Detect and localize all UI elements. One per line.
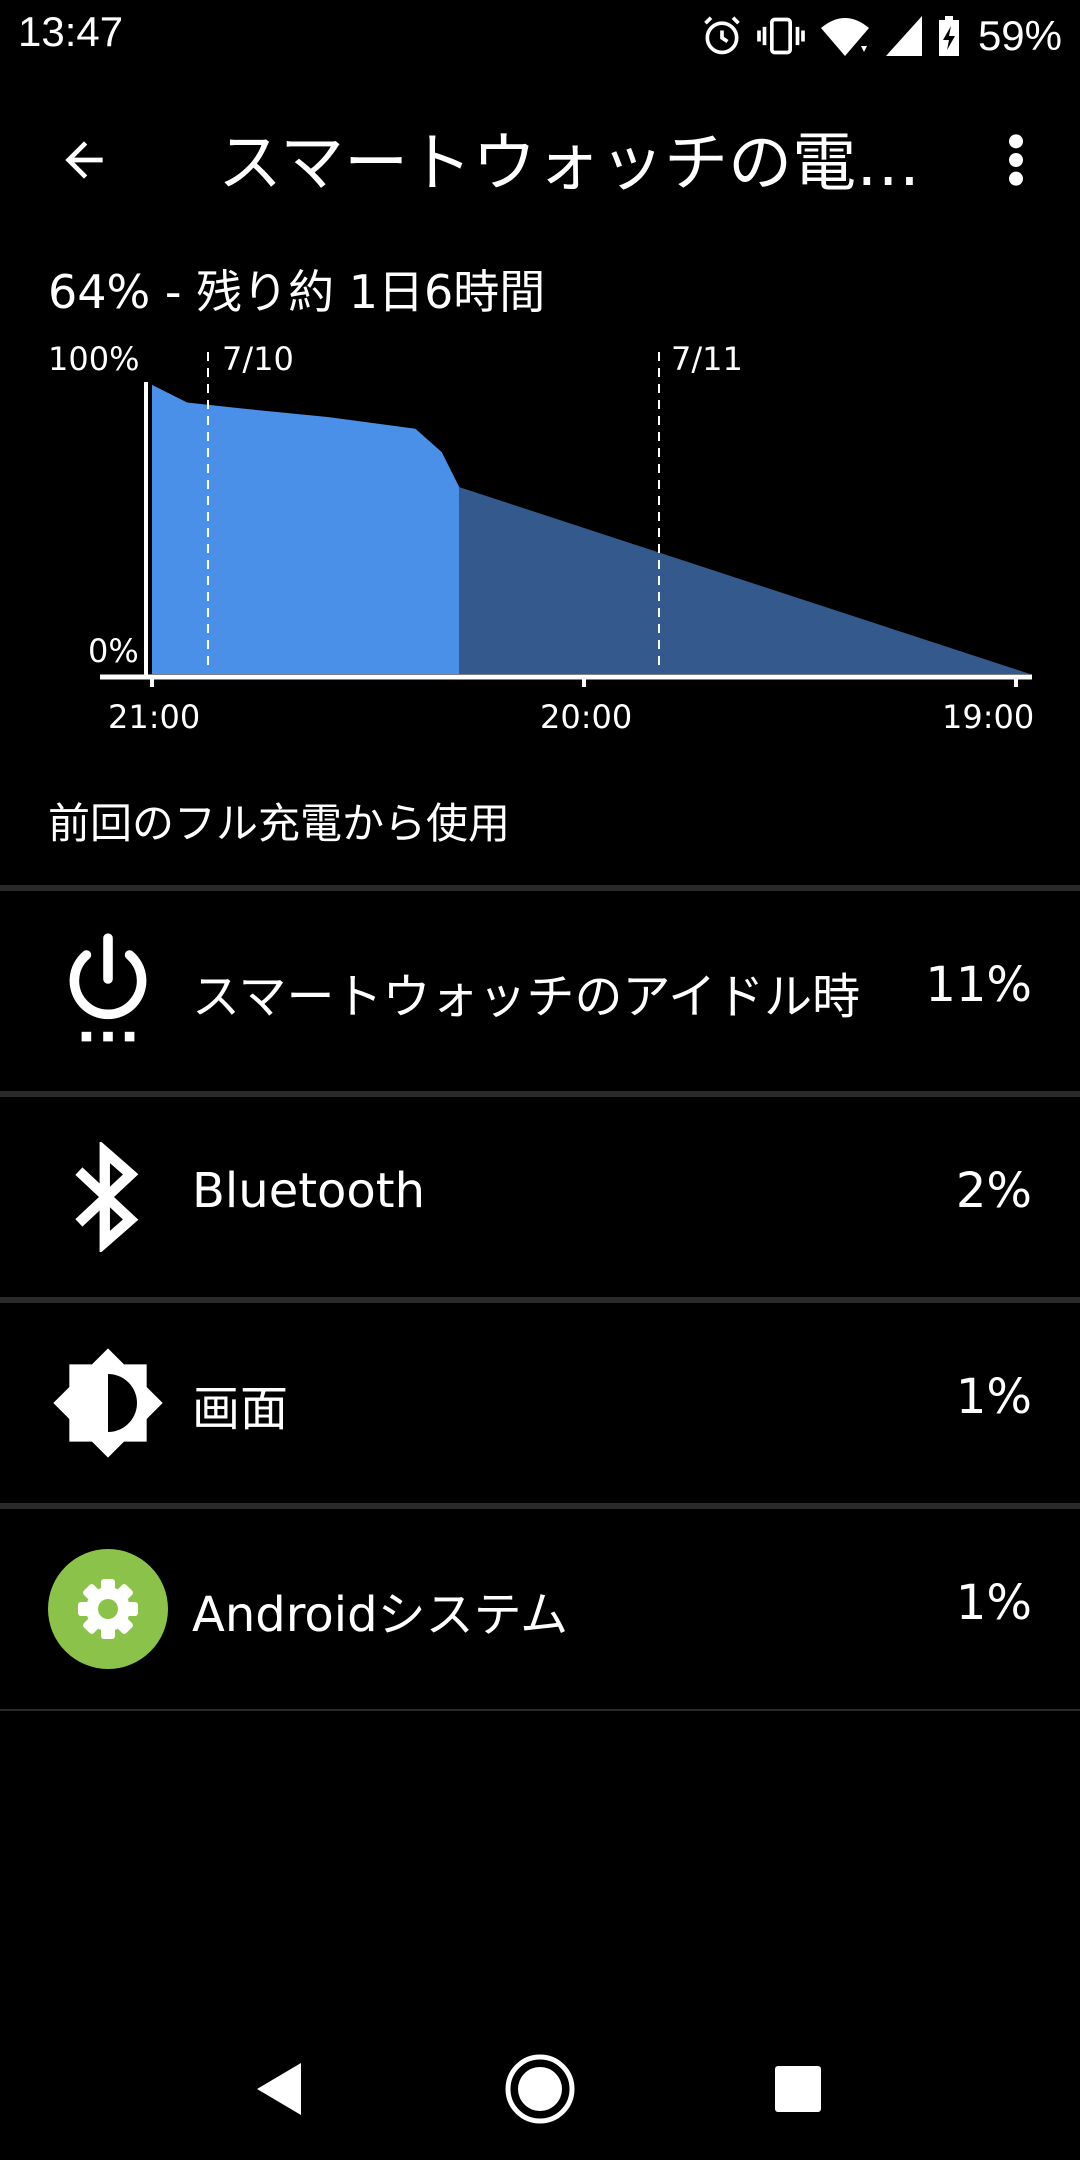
- nav-back-icon: [255, 2061, 305, 2121]
- usage-item-percent: 1%: [955, 1575, 1032, 1631]
- power-idle-icon: [48, 931, 168, 1051]
- section-label: 前回のフル充電から使用: [48, 799, 511, 848]
- battery-projected-area: [459, 487, 1030, 674]
- y-label-0: 0%: [88, 632, 139, 670]
- arrow-back-icon: [56, 132, 112, 192]
- usage-item-label: Androidシステム: [192, 1587, 569, 1643]
- cell-signal-icon: [884, 14, 924, 58]
- nav-home-icon: [504, 2053, 576, 2129]
- usage-list: スマートウォッチのアイドル時 11% Bluetooth 2% 画面 1% An…: [0, 885, 1080, 1711]
- date-marker-label-2: 7/11: [671, 340, 743, 378]
- android-system-gear-icon: [48, 1549, 168, 1669]
- usage-item-label: 画面: [192, 1381, 289, 1437]
- x-label-1: 21:00: [108, 698, 200, 736]
- x-label-3: 19:00: [942, 698, 1034, 736]
- page-title: スマートウォッチの電…: [218, 127, 921, 201]
- battery-chart: 100% 0% 7/10 7/11 21:00 20:00 19:00: [48, 340, 1034, 736]
- usage-item-percent: 11%: [925, 957, 1032, 1013]
- y-label-100: 100%: [48, 340, 139, 378]
- alarm-icon: [700, 14, 744, 58]
- navigation-bar: [0, 2016, 1080, 2160]
- divider: [0, 1709, 1080, 1711]
- nav-recents-button[interactable]: [743, 2036, 853, 2146]
- status-time: 13:47: [18, 8, 124, 55]
- battery-actual-area: [152, 384, 460, 674]
- bluetooth-icon: [48, 1137, 168, 1257]
- vibrate-icon: [756, 14, 806, 58]
- nav-home-button[interactable]: [485, 2036, 595, 2146]
- usage-item-bluetooth[interactable]: Bluetooth 2%: [0, 1097, 1080, 1297]
- more-options-button[interactable]: [980, 114, 1052, 210]
- battery-percent: 59%: [977, 12, 1062, 59]
- status-icons: 59%: [700, 10, 1062, 62]
- usage-item-percent: 1%: [955, 1369, 1032, 1425]
- usage-item-android-system[interactable]: Androidシステム 1%: [0, 1509, 1080, 1709]
- x-label-2: 20:00: [540, 698, 632, 736]
- brightness-icon: [48, 1343, 168, 1463]
- more-vert-icon: [1006, 132, 1026, 192]
- nav-recents-icon: [773, 2064, 823, 2118]
- battery-charging-icon: [936, 14, 962, 58]
- usage-item-screen[interactable]: 画面 1%: [0, 1303, 1080, 1503]
- battery-summary: 64% - 残り約 1日6時間: [48, 265, 546, 319]
- usage-item-label: スマートウォッチのアイドル時: [192, 969, 861, 1025]
- usage-item-idle[interactable]: スマートウォッチのアイドル時 11%: [0, 891, 1080, 1091]
- date-marker-label-1: 7/10: [222, 340, 294, 378]
- wifi-icon: [818, 14, 872, 58]
- back-button[interactable]: [36, 114, 132, 210]
- usage-item-percent: 2%: [955, 1163, 1032, 1219]
- status-bar: 13:47 59%: [0, 0, 1080, 72]
- app-bar: スマートウォッチの電…: [0, 72, 1080, 240]
- usage-item-label: Bluetooth: [192, 1163, 426, 1219]
- nav-back-button[interactable]: [225, 2036, 335, 2146]
